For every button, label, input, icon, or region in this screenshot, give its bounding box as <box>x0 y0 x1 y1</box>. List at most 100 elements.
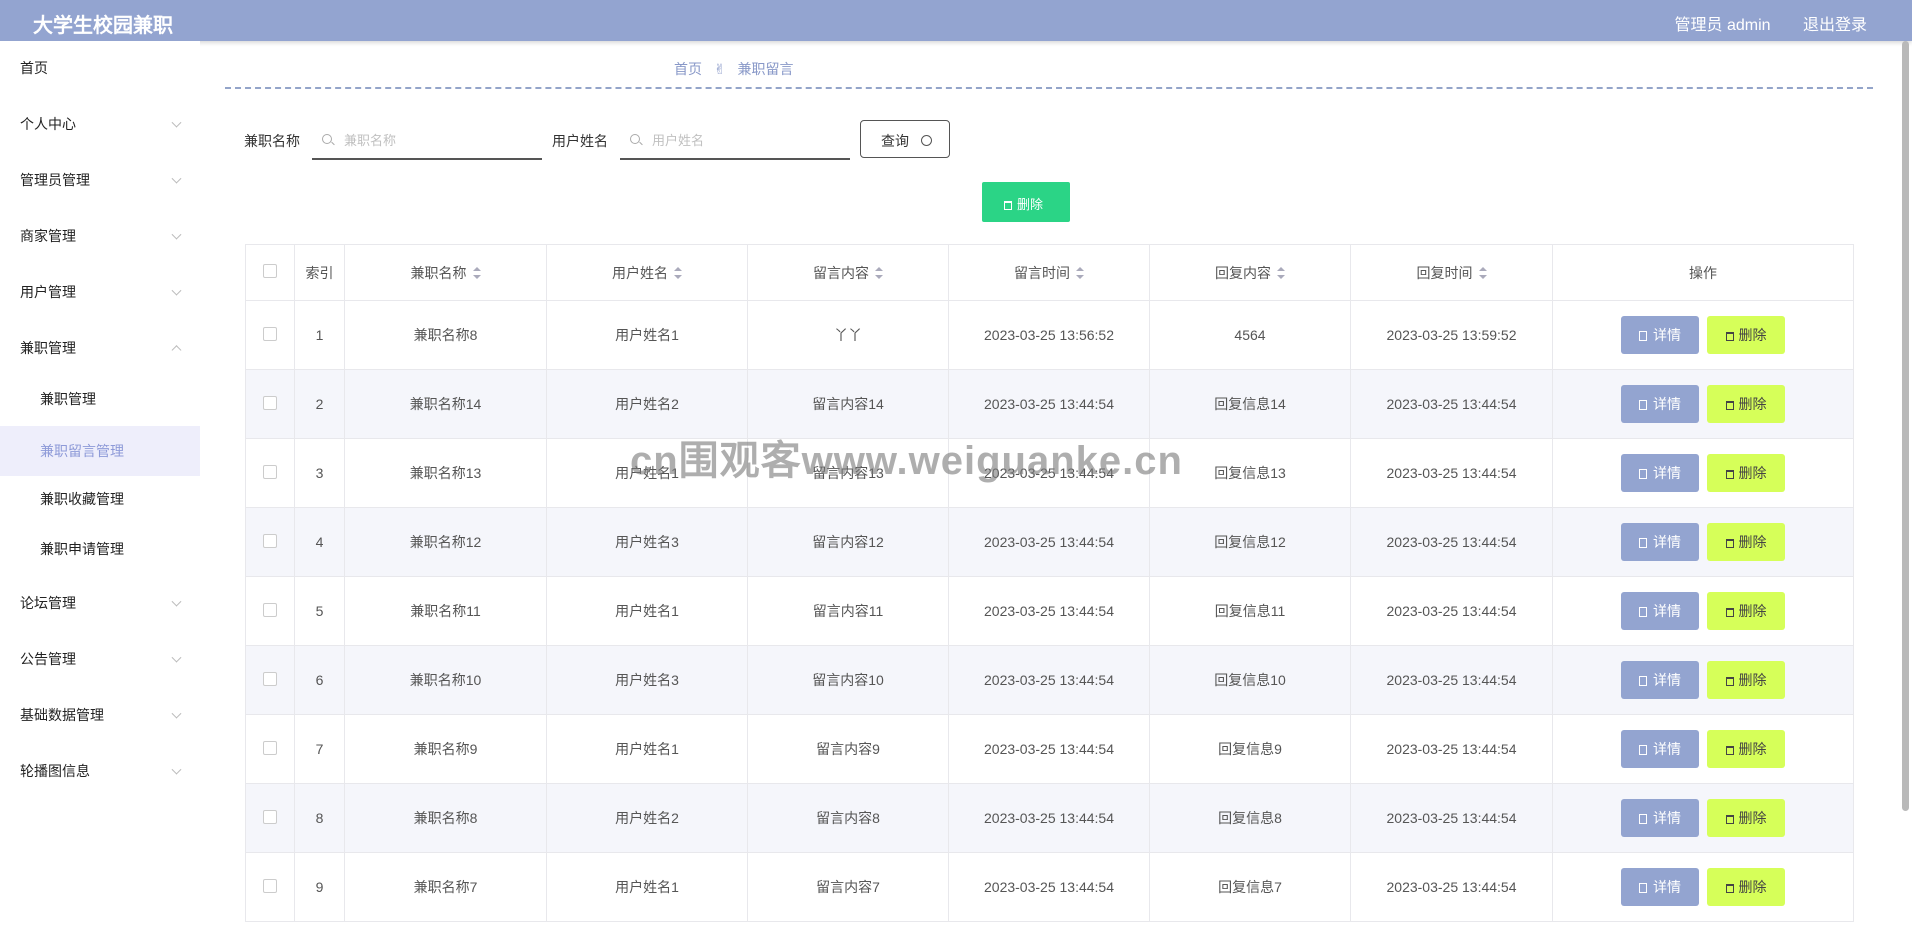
user-name-input[interactable] <box>650 128 844 152</box>
detail-button[interactable]: 详情 <box>1621 523 1699 561</box>
row-checkbox[interactable] <box>263 740 277 755</box>
job-name-search[interactable] <box>312 120 542 160</box>
row-select-cell[interactable] <box>245 438 295 508</box>
query-button[interactable]: 查询 <box>860 120 950 158</box>
detail-button[interactable]: 详情 <box>1621 316 1699 354</box>
user-name-cell: 用户姓名3 <box>546 645 748 715</box>
row-checkbox[interactable] <box>263 464 277 479</box>
row-checkbox[interactable] <box>263 533 277 548</box>
sidebar-item-label: 商家管理 <box>20 228 76 244</box>
row-delete-button[interactable]: 删除 <box>1707 730 1785 768</box>
breadcrumb-home[interactable]: 首页 <box>674 61 702 77</box>
sidebar-item-carousel-info[interactable]: 轮播图信息 <box>0 751 200 791</box>
row-delete-button[interactable]: 删除 <box>1707 868 1785 906</box>
reply-time-cell: 2023-03-25 13:44:54 <box>1350 576 1553 646</box>
select-all-checkbox[interactable] <box>263 264 277 278</box>
sidebar-item-user-management[interactable]: 用户管理 <box>0 272 200 312</box>
sidebar-item-forum-management[interactable]: 论坛管理 <box>0 583 200 623</box>
row-checkbox[interactable] <box>263 602 277 617</box>
table-row: 4 兼职名称12 用户姓名3 留言内容12 2023-03-25 13:44:54 回复信… <box>245 507 1854 577</box>
row-delete-button[interactable]: 删除 <box>1707 454 1785 492</box>
sidebar-item-label: 公告管理 <box>20 651 76 667</box>
index-cell: 8 <box>294 783 345 853</box>
sort-icon[interactable] <box>1277 266 1285 279</box>
sort-icon[interactable] <box>1478 266 1487 279</box>
row-delete-button[interactable]: 删除 <box>1707 592 1785 630</box>
document-icon <box>1639 676 1647 686</box>
sort-icon[interactable] <box>674 266 682 279</box>
sidebar-item-job-management[interactable]: 兼职管理 <box>0 328 200 368</box>
sidebar-item-merchant-management[interactable]: 商家管理 <box>0 216 200 256</box>
row-select-cell[interactable] <box>245 783 295 853</box>
logout-link[interactable]: 退出登录 <box>1803 17 1867 34</box>
row-select-cell[interactable] <box>245 300 295 370</box>
col-header-message-content[interactable]: 留言内容 <box>747 244 949 301</box>
row-checkbox[interactable] <box>263 326 277 341</box>
page-scrollbar[interactable] <box>1902 41 1909 811</box>
detail-button[interactable]: 详情 <box>1621 385 1699 423</box>
job-name-cell: 兼职名称10 <box>344 645 547 715</box>
detail-button[interactable]: 详情 <box>1621 592 1699 630</box>
row-checkbox[interactable] <box>263 809 277 824</box>
row-delete-button[interactable]: 删除 <box>1707 799 1785 837</box>
sidebar-item-label: 兼职管理 <box>20 340 76 356</box>
sidebar-subitem-label: 兼职收藏管理 <box>40 491 124 507</box>
sidebar-subitem-job-management[interactable]: 兼职管理 <box>0 379 200 419</box>
trash-icon <box>1725 884 1734 893</box>
col-header-user-name[interactable]: 用户姓名 <box>546 244 748 301</box>
document-icon <box>1639 331 1647 341</box>
row-checkbox[interactable] <box>263 671 277 686</box>
select-all-cell[interactable] <box>245 244 295 301</box>
sidebar-subitem-label: 兼职留言管理 <box>40 443 124 459</box>
actions-cell: 详情 删除 <box>1552 852 1854 922</box>
row-delete-button[interactable]: 删除 <box>1707 385 1785 423</box>
row-select-cell[interactable] <box>245 507 295 577</box>
detail-button[interactable]: 详情 <box>1621 799 1699 837</box>
sidebar-subitem-job-favorites[interactable]: 兼职收藏管理 <box>0 479 200 519</box>
reply-content-cell: 回复信息8 <box>1149 783 1351 853</box>
row-delete-button[interactable]: 删除 <box>1707 316 1785 354</box>
user-name-cell: 用户姓名3 <box>546 507 748 577</box>
search-icon <box>630 134 640 144</box>
job-name-input[interactable] <box>342 128 536 152</box>
sort-icon[interactable] <box>1076 266 1084 279</box>
bulk-delete-button[interactable]: 删除 <box>982 182 1070 222</box>
message-time-cell: 2023-03-25 13:44:54 <box>948 576 1150 646</box>
detail-button[interactable]: 详情 <box>1621 661 1699 699</box>
detail-button[interactable]: 详情 <box>1621 730 1699 768</box>
user-name-cell: 用户姓名2 <box>546 783 748 853</box>
reply-time-cell: 2023-03-25 13:44:54 <box>1350 645 1553 715</box>
sidebar-item-personal-center[interactable]: 个人中心 <box>0 104 200 144</box>
row-checkbox[interactable] <box>263 395 277 410</box>
col-header-reply-time[interactable]: 回复时间 <box>1350 244 1553 301</box>
row-delete-button[interactable]: 删除 <box>1707 661 1785 699</box>
detail-button[interactable]: 详情 <box>1621 868 1699 906</box>
row-delete-button[interactable]: 删除 <box>1707 523 1785 561</box>
message-content-cell: 留言内容7 <box>747 852 949 922</box>
index-cell: 4 <box>294 507 345 577</box>
sidebar-subitem-job-messages[interactable]: 兼职留言管理 <box>0 426 200 476</box>
document-icon <box>1639 745 1647 755</box>
sidebar-item-admin-management[interactable]: 管理员管理 <box>0 160 200 200</box>
trash-icon <box>1725 677 1734 686</box>
sort-icon[interactable] <box>472 266 481 279</box>
col-header-message-time[interactable]: 留言时间 <box>948 244 1150 301</box>
sidebar-subitem-job-applications[interactable]: 兼职申请管理 <box>0 529 200 569</box>
sort-icon[interactable] <box>875 266 883 279</box>
row-checkbox[interactable] <box>263 878 277 893</box>
sidebar-item-basic-data-management[interactable]: 基础数据管理 <box>0 695 200 735</box>
sidebar-item-home[interactable]: 首页 <box>0 48 200 88</box>
row-select-cell[interactable] <box>245 852 295 922</box>
trash-icon <box>1725 332 1734 341</box>
col-header-reply-content[interactable]: 回复内容 <box>1149 244 1351 301</box>
row-select-cell[interactable] <box>245 576 295 646</box>
col-header-job-name[interactable]: 兼职名称 <box>344 244 547 301</box>
row-select-cell[interactable] <box>245 369 295 439</box>
row-select-cell[interactable] <box>245 645 295 715</box>
sidebar-item-notice-management[interactable]: 公告管理 <box>0 639 200 679</box>
sidebar-item-label: 个人中心 <box>20 116 76 132</box>
reply-content-cell: 回复信息13 <box>1149 438 1351 508</box>
user-name-search[interactable] <box>620 120 850 160</box>
detail-button[interactable]: 详情 <box>1621 454 1699 492</box>
row-select-cell[interactable] <box>245 714 295 784</box>
